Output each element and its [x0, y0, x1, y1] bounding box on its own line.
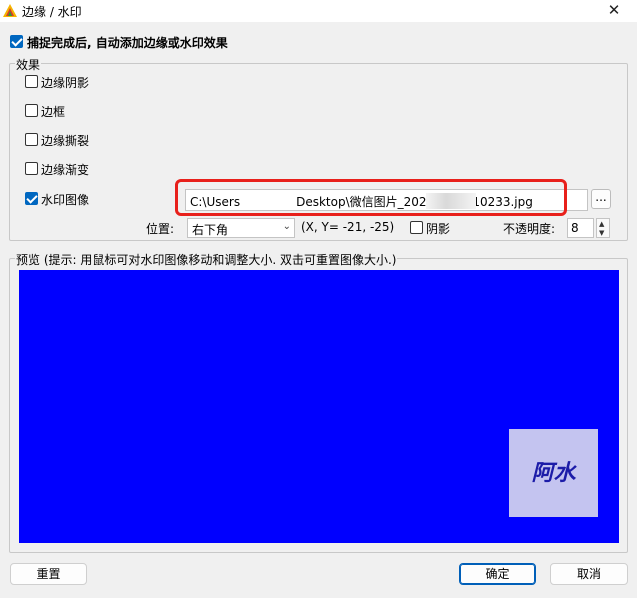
opacity-input[interactable]: 8 [567, 218, 594, 238]
border-checkbox[interactable] [25, 104, 38, 117]
preview-canvas[interactable]: 阿水 [19, 270, 619, 543]
border-label: 边框 [41, 105, 66, 119]
position-select[interactable]: 右下角 ⌄ [187, 218, 295, 238]
edge-fade-label: 边缘渐变 [41, 163, 90, 177]
highlight-annotation [175, 179, 567, 216]
spin-up-icon[interactable]: ▲ [599, 220, 604, 228]
watermark-label: 水印图像 [41, 193, 90, 207]
chevron-down-icon: ⌄ [282, 221, 291, 232]
auto-add-checkbox[interactable] [10, 35, 23, 48]
torn-edge-checkbox[interactable] [25, 133, 38, 146]
reset-button[interactable]: 重置 [10, 563, 87, 585]
browse-button[interactable]: ... [591, 189, 611, 209]
watermark-image[interactable]: 阿水 [509, 429, 598, 517]
watermark-checkbox[interactable] [25, 192, 38, 205]
edge-shadow-label: 边缘阴影 [41, 76, 90, 90]
coords-readout: (X, Y= -21, -25) [301, 220, 395, 234]
shadow-label: 阴影 [426, 222, 451, 236]
opacity-spinner[interactable]: ▲ ▼ [596, 218, 610, 238]
effects-legend: 效果 [15, 56, 42, 73]
torn-edge-label: 边缘撕裂 [41, 134, 90, 148]
position-label: 位置: [146, 222, 175, 236]
cancel-button[interactable]: 取消 [550, 563, 628, 585]
position-value: 右下角 [192, 223, 229, 237]
spin-down-icon[interactable]: ▼ [599, 229, 604, 237]
watermark-text: 阿水 [531, 461, 576, 486]
title-bar: 边缘 / 水印 ✕ [0, 0, 637, 22]
close-button[interactable]: ✕ [591, 0, 637, 22]
window-title: 边缘 / 水印 [22, 5, 82, 19]
ok-button[interactable]: 确定 [459, 563, 536, 585]
preview-legend: 预览 (提示: 用鼠标可对水印图像移动和调整大小. 双击可重置图像大小.) [15, 251, 398, 268]
app-logo-icon [3, 4, 17, 17]
close-icon: ✕ [607, 1, 621, 19]
auto-add-label: 捕捉完成后, 自动添加边缘或水印效果 [27, 36, 228, 50]
opacity-label: 不透明度: [503, 222, 556, 236]
edge-fade-checkbox[interactable] [25, 162, 38, 175]
shadow-checkbox[interactable] [410, 221, 423, 234]
edge-shadow-checkbox[interactable] [25, 75, 38, 88]
